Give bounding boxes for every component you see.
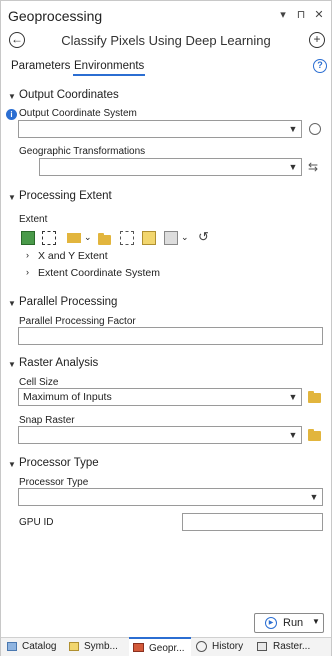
reset-icon[interactable]: ↺ bbox=[198, 229, 209, 245]
symbology-icon bbox=[69, 642, 79, 651]
section-parallel-processing[interactable]: Parallel Processing bbox=[19, 296, 117, 308]
tool-title: Classify Pixels Using Deep Learning bbox=[61, 33, 271, 48]
tab-label: Geopr... bbox=[149, 643, 185, 654]
close-icon[interactable]: ✕ bbox=[313, 9, 325, 21]
tab-label: Raster... bbox=[273, 641, 311, 652]
snap-raster-label: Snap Raster bbox=[19, 415, 75, 426]
chevron-down-icon: ▼ bbox=[288, 162, 298, 172]
tab-label: Catalog bbox=[22, 641, 57, 652]
layer-extent-icon[interactable] bbox=[67, 233, 81, 243]
snap-raster-select[interactable]: ▼ bbox=[18, 426, 302, 444]
chevron-down-icon: ▼ bbox=[288, 430, 298, 440]
intersection-icon[interactable] bbox=[142, 231, 156, 245]
pane-title: Geoprocessing bbox=[8, 8, 103, 24]
gpu-id-label: GPU ID bbox=[19, 517, 54, 528]
browse-folder-icon[interactable] bbox=[98, 233, 111, 245]
output-cs-select[interactable]: ▼ bbox=[18, 120, 302, 138]
parallel-factor-label: Parallel Processing Factor bbox=[19, 316, 136, 327]
tab-environments[interactable]: Environments bbox=[74, 60, 144, 72]
parallel-factor-input[interactable] bbox=[18, 327, 323, 345]
extent-label: Extent bbox=[19, 214, 48, 225]
info-icon: i bbox=[6, 109, 17, 120]
swap-icon[interactable]: ⇆ bbox=[308, 160, 318, 174]
selected-extent-icon[interactable] bbox=[120, 231, 134, 245]
collapse-caret-icon[interactable]: ▼ bbox=[8, 92, 16, 101]
plus-icon[interactable]: + bbox=[309, 32, 325, 48]
raster-functions-icon bbox=[257, 642, 267, 651]
processor-type-select[interactable]: ▼ bbox=[18, 488, 323, 506]
current-display-extent-icon[interactable] bbox=[21, 231, 35, 245]
gpu-id-input[interactable] bbox=[182, 513, 323, 531]
chevron-down-icon[interactable]: ▼ bbox=[312, 617, 320, 626]
tab-parameters[interactable]: Parameters bbox=[11, 60, 70, 72]
help-icon[interactable]: ? bbox=[313, 59, 327, 73]
catalog-icon bbox=[7, 642, 17, 651]
collapse-caret-icon[interactable]: ▼ bbox=[8, 299, 16, 308]
draw-extent-icon[interactable] bbox=[42, 231, 56, 245]
chevron-down-icon: ▼ bbox=[288, 392, 298, 402]
chevron-down-icon: ▼ bbox=[309, 492, 319, 502]
cell-size-select[interactable]: Maximum of Inputs ▼ bbox=[18, 388, 302, 406]
section-raster-analysis[interactable]: Raster Analysis bbox=[19, 357, 98, 369]
tab-symbology[interactable]: Symb... bbox=[67, 639, 127, 655]
tab-history[interactable]: History bbox=[194, 639, 252, 655]
section-processor-type[interactable]: Processor Type bbox=[19, 457, 99, 469]
collapse-caret-icon[interactable]: ▼ bbox=[8, 460, 16, 469]
globe-icon[interactable] bbox=[309, 123, 321, 135]
tab-geoprocessing[interactable]: Geopr... bbox=[129, 637, 191, 656]
chevron-down-icon[interactable]: ⌄ bbox=[84, 232, 92, 243]
collapse-caret-icon[interactable]: ▼ bbox=[8, 193, 16, 202]
geoprocessing-pane: Geoprocessing ▾ ⊓ ✕ ← Classify Pixels Us… bbox=[0, 0, 332, 656]
collapse-caret-icon[interactable]: ▼ bbox=[8, 360, 16, 369]
history-icon bbox=[196, 641, 207, 652]
cell-size-value: Maximum of Inputs bbox=[23, 391, 112, 403]
extent-toolbar: ⌄ ⌄ ↺ bbox=[18, 229, 218, 247]
cell-size-label: Cell Size bbox=[19, 377, 59, 388]
toolbox-icon bbox=[133, 643, 144, 652]
paste-icon[interactable] bbox=[164, 231, 178, 245]
play-icon: ▶ bbox=[265, 617, 277, 629]
tab-label: History bbox=[212, 641, 244, 652]
run-label: Run bbox=[283, 617, 304, 629]
dropdown-options-icon[interactable]: ▾ bbox=[277, 9, 289, 21]
run-button[interactable]: ▶ Run ▼ bbox=[254, 613, 324, 633]
chevron-right-icon[interactable]: › bbox=[26, 250, 29, 260]
browse-folder-icon[interactable] bbox=[308, 391, 321, 403]
chevron-right-icon[interactable]: › bbox=[26, 267, 29, 277]
processor-type-label: Processor Type bbox=[19, 477, 89, 488]
browse-folder-icon[interactable] bbox=[308, 429, 321, 441]
active-tab-indicator bbox=[73, 74, 145, 76]
section-processing-extent[interactable]: Processing Extent bbox=[19, 190, 112, 202]
tab-catalog[interactable]: Catalog bbox=[5, 639, 65, 655]
xy-extent-item[interactable]: X and Y Extent bbox=[38, 250, 108, 262]
tab-raster-functions[interactable]: Raster... bbox=[255, 639, 327, 655]
section-output-coordinates[interactable]: Output Coordinates bbox=[19, 89, 119, 101]
extent-cs-item[interactable]: Extent Coordinate System bbox=[38, 267, 160, 279]
pin-icon[interactable]: ⊓ bbox=[295, 9, 307, 21]
chevron-down-icon[interactable]: ⌄ bbox=[181, 232, 189, 243]
chevron-down-icon: ▼ bbox=[288, 124, 298, 134]
tab-label: Symb... bbox=[84, 641, 118, 652]
output-cs-label: Output Coordinate System bbox=[19, 108, 137, 119]
geo-transform-label: Geographic Transformations bbox=[19, 146, 146, 157]
geo-transform-select[interactable]: ▼ bbox=[39, 158, 302, 176]
